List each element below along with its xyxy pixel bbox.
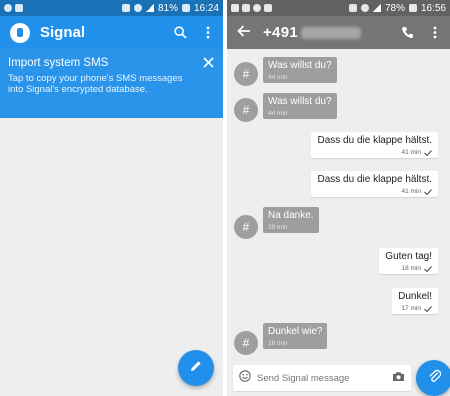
mute-icon bbox=[360, 4, 369, 12]
contact-number-text: +491 bbox=[263, 24, 298, 41]
message-time: 17 min bbox=[401, 305, 421, 312]
message-time: 16 min bbox=[268, 340, 288, 347]
message-text: Dass du die klappe hältst. bbox=[317, 174, 432, 185]
bluetooth-icon bbox=[348, 4, 357, 12]
status-bar: 78% 16:56 bbox=[227, 0, 450, 16]
message-time: 44 min bbox=[268, 110, 288, 117]
mute-icon bbox=[133, 4, 142, 12]
contact-avatar[interactable]: # bbox=[234, 331, 258, 355]
message-text: Dass du die klappe hältst. bbox=[317, 135, 432, 146]
delivered-check-icon bbox=[424, 305, 432, 312]
close-icon[interactable] bbox=[201, 55, 215, 69]
overflow-menu-icon[interactable] bbox=[201, 26, 215, 40]
back-arrow-icon[interactable] bbox=[235, 24, 253, 42]
notification-icon bbox=[231, 4, 239, 12]
delivered-check-icon bbox=[424, 265, 432, 272]
banner-description: Tap to copy your phone's SMS messages in… bbox=[8, 73, 183, 95]
paperclip-icon bbox=[428, 369, 441, 388]
banner-title: Import system SMS bbox=[8, 57, 109, 69]
outgoing-message[interactable]: Dunkel! 17 min bbox=[392, 288, 438, 314]
contact-avatar[interactable]: # bbox=[234, 215, 258, 239]
emoji-icon[interactable] bbox=[239, 369, 251, 387]
message-time: 41 min bbox=[401, 149, 421, 156]
pencil-icon bbox=[189, 359, 203, 378]
incoming-message[interactable]: Na danke. 29 min bbox=[263, 207, 319, 233]
delivered-check-icon bbox=[424, 149, 432, 156]
outgoing-message[interactable]: Dass du die klappe hältst. 41 min bbox=[311, 171, 438, 197]
redacted-number bbox=[301, 27, 361, 40]
battery-icon bbox=[181, 4, 190, 12]
incoming-message[interactable]: Dunkel wie? 16 min bbox=[263, 323, 328, 349]
clock: 16:24 bbox=[193, 2, 219, 14]
notification-icon bbox=[264, 4, 272, 12]
status-bar: 81% 16:24 bbox=[0, 0, 223, 16]
contact-avatar[interactable]: # bbox=[234, 98, 258, 122]
message-time: 41 min bbox=[401, 188, 421, 195]
message-text: Was willst du? bbox=[268, 96, 332, 107]
message-text: Dunkel! bbox=[398, 291, 432, 302]
camera-icon[interactable] bbox=[392, 369, 405, 387]
notification-icon bbox=[15, 4, 23, 12]
signal-strength-icon bbox=[145, 4, 154, 12]
message-composer bbox=[233, 365, 411, 391]
contact-number[interactable]: +491 bbox=[263, 24, 361, 41]
battery-percent: 78% bbox=[384, 2, 405, 14]
phone-call-icon[interactable] bbox=[400, 26, 414, 40]
message-time: 44 min bbox=[268, 74, 288, 81]
attach-button[interactable] bbox=[416, 360, 450, 396]
message-text: Dunkel wie? bbox=[268, 326, 323, 337]
message-input[interactable] bbox=[257, 372, 377, 384]
outgoing-message[interactable]: Guten tag! 18 min bbox=[379, 248, 438, 274]
message-text: Guten tag! bbox=[385, 251, 432, 262]
message-time: 29 min bbox=[268, 224, 288, 231]
bluetooth-icon bbox=[121, 4, 130, 12]
incoming-message[interactable]: Was willst du? 44 min bbox=[263, 93, 337, 119]
app-title: Signal bbox=[40, 24, 86, 41]
battery-percent: 81% bbox=[157, 2, 178, 14]
search-icon[interactable] bbox=[173, 26, 187, 40]
message-text: Was willst du? bbox=[268, 60, 332, 71]
notification-icon bbox=[4, 4, 12, 12]
import-sms-banner[interactable]: Import system SMS Tap to copy your phone… bbox=[0, 49, 223, 118]
outgoing-message[interactable]: Dass du die klappe hältst. 41 min bbox=[311, 132, 438, 158]
conversation-toolbar: +491 bbox=[227, 16, 450, 49]
signal-strength-icon bbox=[372, 4, 381, 12]
delivered-check-icon bbox=[424, 188, 432, 195]
overflow-menu-icon[interactable] bbox=[428, 26, 442, 40]
app-toolbar: Signal bbox=[0, 16, 223, 49]
right-phone-screen: 78% 16:56 +491 # Was willst du? 44 min # bbox=[227, 0, 450, 396]
battery-icon bbox=[408, 4, 417, 12]
left-phone-screen: 81% 16:24 Signal Import system SMS Tap t… bbox=[0, 0, 223, 396]
message-time: 18 min bbox=[401, 265, 421, 272]
message-text: Na danke. bbox=[268, 210, 314, 221]
signal-logo-icon bbox=[10, 22, 30, 43]
clock: 16:56 bbox=[420, 2, 446, 14]
notification-icon bbox=[242, 4, 250, 12]
compose-button[interactable] bbox=[178, 350, 214, 386]
notification-icon bbox=[253, 4, 261, 12]
contact-avatar[interactable]: # bbox=[234, 62, 258, 86]
incoming-message[interactable]: Was willst du? 44 min bbox=[263, 57, 337, 83]
